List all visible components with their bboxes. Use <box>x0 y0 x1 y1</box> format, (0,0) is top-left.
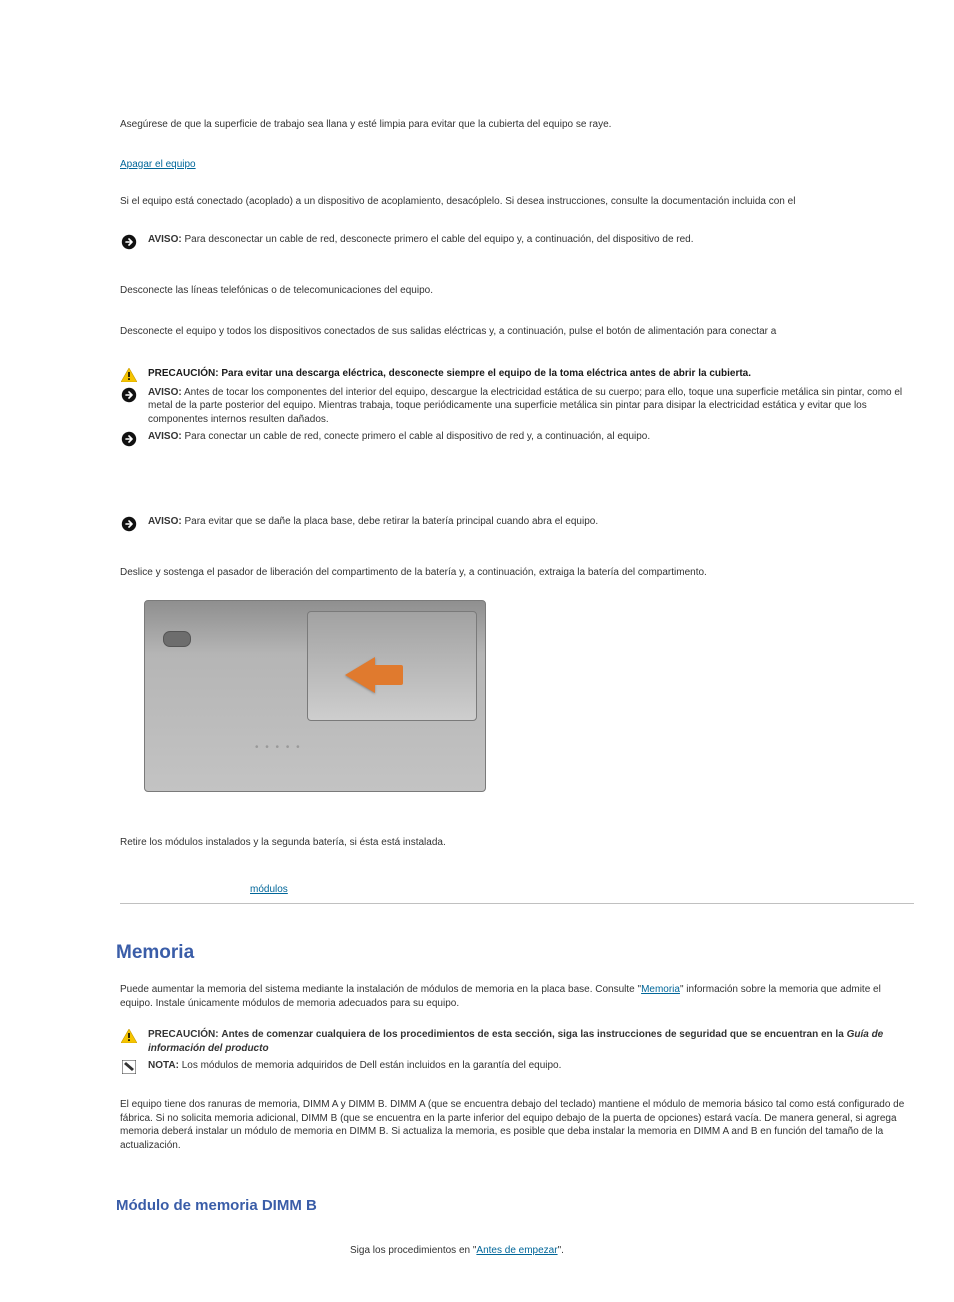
notice-label: AVISO: <box>148 387 182 398</box>
before-begin-link[interactable]: Antes de empezar <box>476 1245 557 1256</box>
step-6: Desconecte el equipo y todos los disposi… <box>120 325 914 339</box>
memory-spec-link[interactable]: Memoria <box>641 984 680 995</box>
notice-static-text: Antes de tocar los componentes del inter… <box>148 387 902 425</box>
note-warranty: NOTA: Los módulos de memoria adquiridos … <box>120 1059 914 1074</box>
caution-label: PRECAUCIÓN: <box>148 368 219 379</box>
notice-label: AVISO: <box>148 516 182 527</box>
notice-icon <box>121 431 137 447</box>
notice-disconnect-cable: AVISO: Para desconectar un cable de red,… <box>120 233 914 250</box>
caution-icon <box>121 1029 137 1043</box>
note-warranty-text: Los módulos de memoria adquiridos de Del… <box>182 1060 562 1071</box>
notice-icon <box>121 234 137 250</box>
step-5: Desconecte las líneas telefónicas o de t… <box>120 284 914 298</box>
step-11: Retire los módulos instalados y la segun… <box>120 836 914 850</box>
turn-off-link[interactable]: Apagar el equipo <box>120 158 196 172</box>
battery-release-figure: • • • • • <box>144 600 486 792</box>
notice-static: AVISO: Antes de tocar los componentes de… <box>120 386 914 427</box>
notice-label: AVISO: <box>148 234 182 245</box>
section-divider <box>120 903 914 904</box>
caution-shock: PRECAUCIÓN: Para evitar una descarga elé… <box>120 367 914 382</box>
note-icon <box>122 1060 136 1074</box>
heading-memory: Memoria <box>116 940 914 966</box>
notice-remove-battery-text: Para evitar que se dañe la placa base, d… <box>185 516 599 527</box>
notice-icon <box>121 387 137 403</box>
caution-shock-text: Para evitar una descarga eléctrica, desc… <box>221 368 751 379</box>
caution-safety: PRECAUCIÓN: Antes de comenzar cualquiera… <box>120 1028 914 1055</box>
notice-label: AVISO: <box>148 431 182 442</box>
caution-safety-text: Antes de comenzar cualquiera de los proc… <box>221 1029 846 1040</box>
notice-text: Para desconectar un cable de red, descon… <box>185 234 694 245</box>
dimmb-step-1: Siga los procedimientos en "Antes de emp… <box>350 1244 914 1258</box>
heading-dimm-b: Módulo de memoria DIMM B <box>116 1196 914 1216</box>
notice-remove-battery: AVISO: Para evitar que se dañe la placa … <box>120 515 914 532</box>
modules-link[interactable]: módulos <box>250 883 288 897</box>
memory-intro: Puede aumentar la memoria del sistema me… <box>120 983 914 1010</box>
step-10: Deslice y sostenga el pasador de liberac… <box>120 566 914 580</box>
notice-icon <box>121 516 137 532</box>
notice-connect-cable: AVISO: Para conectar un cable de red, co… <box>120 430 914 447</box>
caution-icon <box>121 368 137 382</box>
step-2: Asegúrese de que la superficie de trabaj… <box>120 118 914 132</box>
notice-connect-text: Para conectar un cable de red, conecte p… <box>185 431 651 442</box>
step-4: Si el equipo está conectado (acoplado) a… <box>120 195 914 209</box>
dimm-description: El equipo tiene dos ranuras de memoria, … <box>120 1098 914 1152</box>
caution-label: PRECAUCIÓN: <box>148 1029 219 1040</box>
note-label: NOTA: <box>148 1060 179 1071</box>
